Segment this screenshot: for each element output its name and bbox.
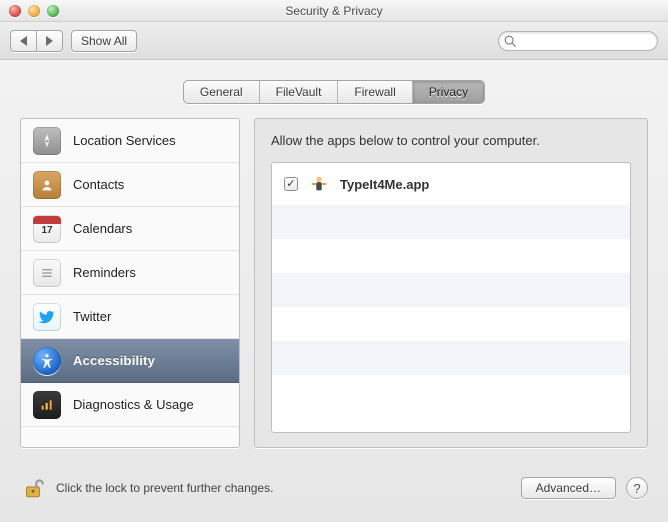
calendar-day-number: 17	[41, 225, 52, 236]
help-button[interactable]: ?	[626, 477, 648, 499]
sidebar-item-label: Contacts	[73, 177, 124, 192]
window-title: Security & Privacy	[0, 0, 668, 22]
chevron-left-icon	[20, 36, 27, 46]
sidebar-item-accessibility[interactable]: Accessibility	[21, 339, 239, 383]
sidebar-item-contacts[interactable]: Contacts	[21, 163, 239, 207]
sidebar-item-reminders[interactable]: Reminders	[21, 251, 239, 295]
app-name: TypeIt4Me.app	[340, 177, 429, 192]
sidebar-item-label: Twitter	[73, 309, 111, 324]
zoom-window-icon[interactable]	[47, 5, 59, 17]
app-row-empty	[272, 205, 630, 239]
tab-filevault[interactable]: FileVault	[260, 81, 339, 103]
app-row-empty	[272, 307, 630, 341]
tab-bar: General FileVault Firewall Privacy	[183, 80, 485, 104]
advanced-button[interactable]: Advanced…	[521, 477, 616, 499]
app-row-empty	[272, 273, 630, 307]
tab-firewall[interactable]: Firewall	[338, 81, 412, 103]
sidebar-item-twitter[interactable]: Twitter	[21, 295, 239, 339]
app-icon	[308, 173, 330, 195]
footer: Click the lock to prevent further change…	[0, 460, 668, 522]
privacy-detail-pane: Allow the apps below to control your com…	[254, 118, 648, 448]
minimize-window-icon[interactable]	[28, 5, 40, 17]
chevron-right-icon	[46, 36, 53, 46]
sidebar-item-location-services[interactable]: Location Services	[21, 119, 239, 163]
instruction-text: Allow the apps below to control your com…	[271, 133, 631, 148]
checkmark-icon: ✓	[286, 179, 295, 190]
diagnostics-icon	[33, 391, 61, 419]
app-allow-checkbox[interactable]: ✓	[284, 177, 298, 191]
twitter-icon	[33, 303, 61, 331]
close-window-icon[interactable]	[9, 5, 21, 17]
sidebar-item-diagnostics-usage[interactable]: Diagnostics & Usage	[21, 383, 239, 427]
app-list: ✓ TypeIt4Me.app	[271, 162, 631, 433]
tab-privacy[interactable]: Privacy	[413, 81, 484, 103]
compass-icon	[33, 127, 61, 155]
toolbar: Show All	[0, 22, 668, 60]
app-row-empty	[272, 239, 630, 273]
app-row[interactable]: ✓ TypeIt4Me.app	[272, 163, 630, 205]
lock-text: Click the lock to prevent further change…	[56, 481, 273, 495]
search-input[interactable]	[521, 33, 668, 49]
calendar-icon: 17	[33, 215, 61, 243]
reminders-icon	[33, 259, 61, 287]
app-row-empty	[272, 341, 630, 375]
sidebar-item-label: Calendars	[73, 221, 132, 236]
address-book-icon	[33, 171, 61, 199]
accessibility-icon	[33, 347, 61, 375]
search-field[interactable]	[498, 31, 658, 51]
sidebar-item-label: Location Services	[73, 133, 176, 148]
sidebar-item-calendars[interactable]: 17 Calendars	[21, 207, 239, 251]
sidebar-item-label: Reminders	[73, 265, 136, 280]
privacy-sidebar: Location Services Contacts 17 Calendars	[20, 118, 240, 448]
nav-back-button[interactable]	[10, 30, 36, 52]
window-traffic-lights	[9, 5, 59, 17]
show-all-button[interactable]: Show All	[71, 30, 137, 52]
sidebar-item-label: Diagnostics & Usage	[73, 397, 194, 412]
nav-back-forward	[10, 30, 63, 52]
nav-forward-button[interactable]	[36, 30, 63, 52]
tab-general[interactable]: General	[184, 81, 260, 103]
unlocked-lock-icon	[20, 475, 46, 501]
search-icon	[503, 34, 517, 48]
sidebar-item-label: Accessibility	[73, 353, 155, 368]
lock-area[interactable]: Click the lock to prevent further change…	[20, 475, 273, 501]
